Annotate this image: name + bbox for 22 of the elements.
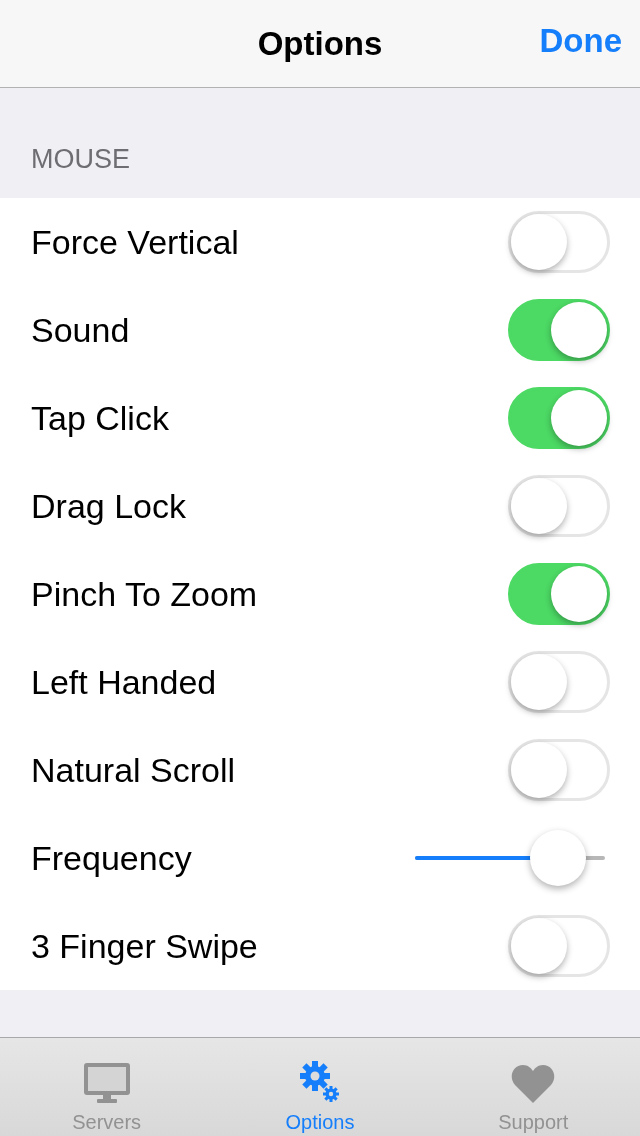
- tab[interactable]: Options: [213, 1038, 427, 1136]
- nav-title: Options: [257, 24, 383, 63]
- section-header: MOUSE: [31, 144, 130, 174]
- row-label: Force Vertical: [31, 222, 239, 262]
- row-label: Frequency: [31, 838, 192, 878]
- row-label: Drag Lock: [31, 486, 186, 526]
- row-label: Sound: [31, 310, 130, 350]
- row-label: Pinch To Zoom: [31, 574, 258, 614]
- tab[interactable]: Servers: [0, 1038, 214, 1136]
- toggle-switch[interactable]: [508, 563, 610, 625]
- row-label: Left Handed: [31, 662, 217, 702]
- toggle-switch[interactable]: [508, 299, 610, 361]
- slider-thumb[interactable]: [529, 830, 586, 886]
- tab[interactable]: Support: [426, 1038, 640, 1136]
- heart-icon: [511, 1065, 556, 1103]
- row-label: 3 Finger Swipe: [31, 926, 258, 966]
- row-label: Natural Scroll: [31, 750, 236, 790]
- row-label: Tap Click: [31, 398, 169, 438]
- toggle-switch[interactable]: [508, 387, 610, 449]
- done-button[interactable]: Done: [539, 22, 622, 60]
- monitor-icon: [83, 1063, 130, 1103]
- gears-icon: [300, 1061, 340, 1103]
